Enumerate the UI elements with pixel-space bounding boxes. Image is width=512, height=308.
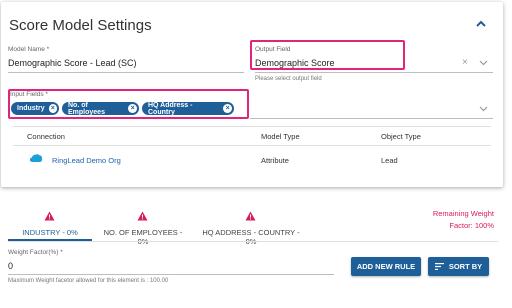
warning-icon (245, 211, 256, 221)
column-header-object-type: Object Type (381, 132, 421, 141)
sort-by-label: SORT BY (448, 262, 483, 271)
warning-icon (137, 211, 148, 221)
sort-by-button[interactable]: SORT BY (428, 257, 489, 276)
model-name-label: Model Name * (8, 46, 50, 53)
remove-chip-icon[interactable]: × (128, 104, 137, 113)
salesforce-cloud-icon (29, 154, 43, 162)
model-type-cell: Attribute (261, 156, 289, 165)
remaining-weight-line1: Remaining Weight (432, 209, 494, 218)
chip-label: Industry (17, 105, 45, 112)
object-type-cell: Lead (381, 156, 398, 165)
chevron-down-icon[interactable] (479, 106, 488, 112)
tab-no-of-employees[interactable]: NO. OF EMPLOYEES - 0% (98, 228, 188, 246)
remaining-weight-line2: Factor: 100% (449, 221, 494, 230)
weight-factor-input[interactable]: 0 (8, 261, 13, 271)
input-fields-label: Input Fields * (10, 91, 48, 98)
output-field-underline (255, 72, 493, 73)
add-new-rule-label: ADD NEW RULE (356, 262, 416, 271)
tabs-divider (8, 241, 498, 242)
weight-factor-hint: Maximum Weight facetor allowed for this … (8, 278, 169, 284)
chevron-up-icon[interactable] (475, 19, 487, 29)
chip-hq-address-country[interactable]: HQ Address - Country × (142, 101, 234, 116)
score-model-settings-card: Score Model Settings Model Name * Demogr… (1, 2, 503, 187)
model-name-underline (8, 72, 244, 73)
model-name-input[interactable]: Demographic Score - Lead (SC) (8, 58, 137, 68)
input-fields-underline (250, 118, 493, 119)
add-new-rule-button[interactable]: ADD NEW RULE (351, 257, 421, 276)
chip-no-of-employees[interactable]: No. of Employees × (62, 101, 139, 116)
chip-label: No. of Employees (68, 101, 105, 116)
output-field-select[interactable]: Demographic Score (255, 58, 335, 68)
chevron-down-icon[interactable] (479, 60, 488, 66)
column-header-model-type: Model Type (261, 132, 300, 141)
warning-icon (44, 211, 55, 221)
output-field-hint: Please select output field (255, 76, 322, 82)
remove-chip-icon[interactable]: × (223, 104, 232, 113)
chip-industry[interactable]: Industry × (11, 102, 59, 115)
remove-chip-icon[interactable]: × (48, 104, 57, 113)
tab-hq-address-country[interactable]: HQ ADDRESS - COUNTRY - 0% (196, 228, 306, 246)
table-top-border (13, 126, 491, 127)
page-title: Score Model Settings (9, 17, 152, 34)
output-field-label: Output Field (255, 46, 291, 53)
column-header-connection: Connection (27, 132, 65, 141)
clear-icon[interactable]: × (462, 57, 468, 68)
sort-icon (434, 263, 444, 270)
remaining-weight: Remaining Weight Factor: 100% (423, 208, 494, 232)
weight-factor-underline (8, 274, 334, 275)
connection-link[interactable]: RingLead Demo Org (52, 156, 121, 165)
table-header-border (13, 145, 491, 146)
tab-industry[interactable]: INDUSTRY - 0% (8, 228, 92, 237)
chip-label: HQ Address - Country (148, 101, 193, 116)
weight-factor-label: Weight Factor(%) * (8, 249, 63, 256)
